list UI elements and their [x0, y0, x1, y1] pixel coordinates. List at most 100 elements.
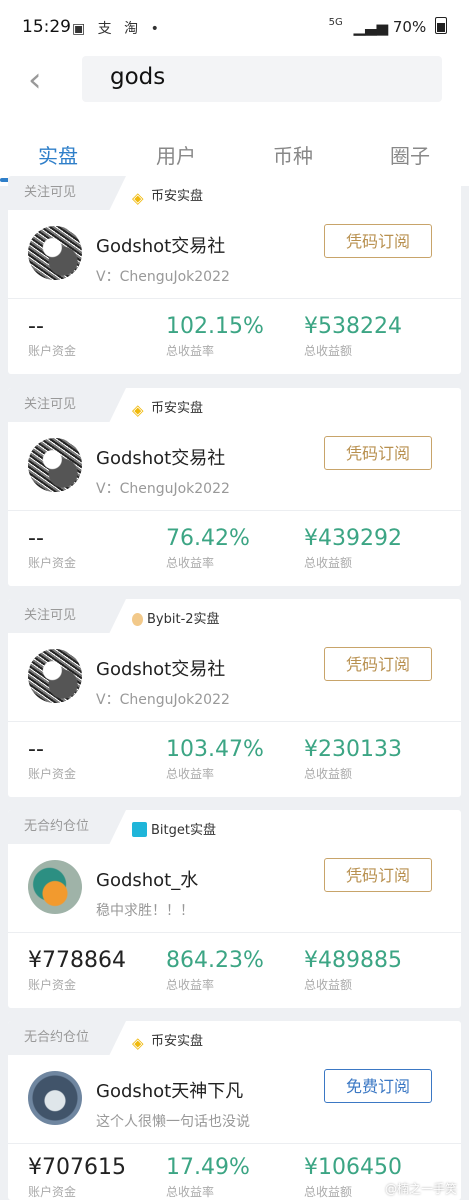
card-divider: [8, 298, 461, 299]
exchange-badge: ◈ 币安实盘: [132, 397, 203, 418]
network-label: 5G: [328, 17, 343, 28]
stat-label: 账户资金: [28, 978, 77, 992]
stat-label: 账户资金: [28, 1185, 77, 1199]
subscribe-button[interactable]: 凭码订阅: [324, 647, 432, 681]
trader-name[interactable]: Godshot交易社: [96, 232, 225, 258]
tab-coins[interactable]: 币种: [273, 140, 313, 169]
status-time: 15:29: [22, 17, 71, 37]
account-funds: -- 账户资金: [28, 314, 76, 359]
stat-label: 账户资金: [28, 344, 77, 358]
exchange-label: 币安实盘: [151, 401, 204, 416]
bitget-icon: [132, 822, 147, 837]
subscribe-button[interactable]: 凭码订阅: [324, 224, 432, 258]
search-input[interactable]: gods: [82, 56, 442, 102]
stat-value: ¥106450: [304, 1155, 402, 1180]
stat-value: 102.15%: [166, 314, 264, 339]
card-divider: [8, 721, 461, 722]
exchange-badge: ◈ 币安实盘: [132, 185, 203, 206]
trader-name[interactable]: Godshot_水: [96, 866, 198, 892]
free-subscribe-button[interactable]: 免费订阅: [324, 1069, 432, 1103]
stat-value: 17.49%: [166, 1155, 250, 1180]
stat-label: 总收益率: [166, 767, 215, 781]
notification-icons: ▣ 支 淘 •: [72, 21, 163, 37]
watermark: @楠之一手笑: [384, 1182, 457, 1196]
stat-value: ¥489885: [304, 948, 402, 973]
stat-label: 账户资金: [28, 556, 77, 570]
subscribe-button[interactable]: 凭码订阅: [324, 858, 432, 892]
status-right: 5G ▁▃▅ 70%: [329, 17, 447, 36]
visibility-tag: 关注可见: [8, 176, 126, 210]
avatar[interactable]: [28, 438, 82, 492]
card-badges: 关注可见 ◈ 币安实盘: [8, 388, 461, 422]
stat-value: 864.23%: [166, 948, 264, 973]
total-return-amount: ¥439292 总收益额: [304, 526, 402, 571]
trader-subtitle: V：ChenguJok2022: [96, 269, 230, 285]
exchange-label: Bybit-2实盘: [147, 612, 220, 627]
stat-value: ¥707615: [28, 1155, 126, 1180]
stat-label: 总收益率: [166, 978, 215, 992]
card-divider: [8, 510, 461, 511]
trader-card[interactable]: 关注可见 ◈ 币安实盘 Godshot交易社 V：ChenguJok2022 凭码…: [8, 388, 461, 586]
binance-icon: ◈: [132, 401, 144, 419]
trader-name[interactable]: Godshot交易社: [96, 444, 225, 470]
search-header: ‹ gods: [0, 56, 469, 114]
visibility-tag: 无合约仓位: [8, 1021, 126, 1055]
total-return-amount: ¥538224 总收益额: [304, 314, 402, 359]
card-badges: 无合约仓位 ◈ 币安实盘: [8, 1021, 461, 1055]
total-return-rate: 76.42% 总收益率: [166, 526, 250, 571]
exchange-label: 币安实盘: [151, 1034, 204, 1049]
tab-users[interactable]: 用户: [156, 140, 196, 169]
total-return-amount: ¥489885 总收益额: [304, 948, 402, 993]
account-funds: -- 账户资金: [28, 737, 76, 782]
trader-subtitle: 稳中求胜！！！: [96, 903, 194, 919]
stat-label: 总收益额: [304, 556, 353, 570]
total-return-rate: 103.47% 总收益率: [166, 737, 264, 782]
tab-circles[interactable]: 圈子: [390, 140, 430, 169]
stat-label: 总收益率: [166, 344, 215, 358]
exchange-badge: Bitget实盘: [132, 819, 216, 838]
exchange-label: 币安实盘: [151, 189, 204, 204]
avatar[interactable]: [28, 1071, 82, 1125]
card-badges: 关注可见 Bybit-2实盘: [8, 599, 461, 633]
stat-value: --: [28, 526, 44, 551]
card-badges: 关注可见 ◈ 币安实盘: [8, 176, 461, 210]
stat-value: ¥538224: [304, 314, 402, 339]
signal-icon: ▁▃▅: [353, 18, 389, 36]
trader-card[interactable]: 关注可见 Bybit-2实盘 Godshot交易社 V：ChenguJok202…: [8, 599, 461, 797]
account-funds: ¥778864 账户资金: [28, 948, 126, 993]
stat-value: 103.47%: [166, 737, 264, 762]
subscribe-button[interactable]: 凭码订阅: [324, 436, 432, 470]
back-arrow-icon[interactable]: ‹: [28, 60, 42, 100]
exchange-badge: Bybit-2实盘: [132, 608, 220, 627]
stat-value: --: [28, 737, 44, 762]
status-bar: 15:29 ▣ 支 淘 • 5G ▁▃▅ 70%: [0, 0, 469, 56]
avatar[interactable]: [28, 226, 82, 280]
trader-name[interactable]: Godshot天神下凡: [96, 1077, 243, 1103]
trader-subtitle: 这个人很懒一句话也没说: [96, 1114, 250, 1130]
visibility-tag: 关注可见: [8, 599, 126, 633]
battery-percent: 70%: [392, 18, 427, 36]
trader-subtitle: V：ChenguJok2022: [96, 692, 230, 708]
total-return-rate: 17.49% 总收益率: [166, 1155, 250, 1200]
stat-label: 总收益额: [304, 978, 353, 992]
trader-card[interactable]: 无合约仓位 ◈ 币安实盘 Godshot天神下凡 这个人很懒一句话也没说 免费订阅…: [8, 1021, 461, 1200]
trader-name[interactable]: Godshot交易社: [96, 655, 225, 681]
battery-icon: [435, 17, 447, 34]
stat-value: 76.42%: [166, 526, 250, 551]
trader-subtitle: V：ChenguJok2022: [96, 481, 230, 497]
trader-card[interactable]: 无合约仓位 Bitget实盘 Godshot_水 稳中求胜！！！ 凭码订阅 ¥7…: [8, 810, 461, 1008]
binance-icon: ◈: [132, 189, 144, 207]
trader-card[interactable]: 关注可见 ◈ 币安实盘 Godshot交易社 V：ChenguJok2022 凭码…: [8, 176, 461, 374]
visibility-tag: 无合约仓位: [8, 810, 126, 844]
card-divider: [8, 1143, 461, 1144]
stat-value: ¥439292: [304, 526, 402, 551]
avatar[interactable]: [28, 649, 82, 703]
total-return-rate: 864.23% 总收益率: [166, 948, 264, 993]
avatar[interactable]: [28, 860, 82, 914]
search-query: gods: [110, 64, 166, 90]
stat-label: 账户资金: [28, 767, 77, 781]
tab-shipan[interactable]: 实盘: [38, 140, 78, 169]
stat-value: ¥778864: [28, 948, 126, 973]
stat-label: 总收益率: [166, 556, 215, 570]
binance-icon: ◈: [132, 1034, 144, 1052]
